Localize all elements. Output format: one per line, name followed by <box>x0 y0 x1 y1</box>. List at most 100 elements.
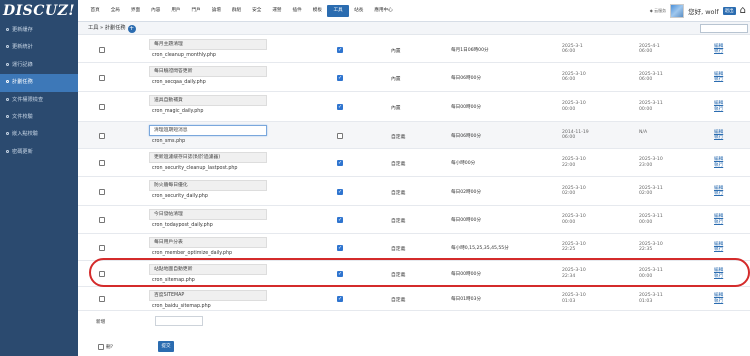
available-checkbox[interactable]: ✓ <box>337 217 343 223</box>
row-select-checkbox[interactable] <box>99 74 105 81</box>
run-link[interactable]: 執行 <box>714 299 723 305</box>
row-select-checkbox[interactable] <box>99 160 105 166</box>
top-nav-item[interactable]: 首頁 <box>85 0 105 22</box>
last-run-time: 06:00 <box>562 49 576 55</box>
top-nav-item[interactable]: 站長 <box>349 0 369 22</box>
row-select-checkbox[interactable] <box>99 104 105 110</box>
top-nav-item[interactable]: 安全 <box>247 0 267 22</box>
sidebar-item[interactable]: 更新統計 <box>0 39 78 56</box>
search-input[interactable] <box>700 24 748 33</box>
table-row: 更新過濾緩存日誌(對於過濾器) cron_security_cleanup_las… <box>78 149 750 177</box>
next-run-time: 01:03 <box>639 298 653 304</box>
top-nav-item[interactable]: 模板 <box>307 0 327 22</box>
available-checkbox[interactable]: ✓ <box>337 74 343 81</box>
available-checkbox[interactable]: ✓ <box>337 244 343 251</box>
next-run: N/A <box>639 130 647 136</box>
add-shortcut-icon[interactable]: + <box>127 24 136 33</box>
last-run-time: 06:00 <box>562 135 576 141</box>
task-filename: cron_secqaa_daily.php <box>152 80 206 85</box>
sidebar-item[interactable]: 計劃任務 <box>0 74 78 92</box>
new-task-input[interactable] <box>155 316 203 326</box>
top-nav-item[interactable]: 運營 <box>267 0 287 22</box>
top-nav-item[interactable]: 論壇 <box>206 0 226 22</box>
edit-link[interactable]: 編輯 <box>714 157 723 163</box>
delete-checkbox[interactable] <box>98 344 104 350</box>
top-nav-item[interactable]: 群組 <box>226 0 246 22</box>
top-nav-item[interactable]: 門戶 <box>186 0 206 22</box>
task-cycle: 每小時00分 <box>451 161 476 166</box>
run-link[interactable]: 執行 <box>714 77 723 83</box>
top-nav-item[interactable]: 界面 <box>125 0 145 22</box>
last-run: 2025-3-10 01:03 <box>562 293 586 305</box>
next-run-date: N/A <box>639 129 648 135</box>
run-link[interactable]: 執行 <box>714 163 723 169</box>
task-name-input[interactable]: 道具自動補貨 <box>149 95 267 106</box>
next-run: 2025-3-11 02:00 <box>639 186 663 198</box>
sidebar-item-label: 文件校驗 <box>12 113 33 120</box>
submit-button[interactable]: 提交 <box>158 341 174 352</box>
top-nav-item[interactable]: 全局 <box>105 0 125 22</box>
row-actions: 編輯 執行 <box>714 293 723 305</box>
top-nav-item[interactable]: 內容 <box>146 0 166 22</box>
task-cycle: 每日01時03分 <box>451 297 482 302</box>
sidebar: 更新緩存 更新統計 運行記錄 計劃任務 文件權限檢查文件校驗嵌入點校驗 密碼更新 <box>0 22 78 356</box>
sidebar-item[interactable]: 文件權限檢查 <box>0 92 78 109</box>
available-checkbox[interactable]: ✓ <box>337 188 343 195</box>
run-link[interactable]: 執行 <box>714 220 723 226</box>
available-checkbox[interactable]: ✓ <box>337 296 343 302</box>
task-name-input[interactable]: 防火牆每日優化 <box>149 180 267 191</box>
row-select-checkbox[interactable] <box>99 296 105 302</box>
sidebar-item[interactable]: 密碼更新 <box>0 144 78 161</box>
run-link[interactable]: 執行 <box>714 191 723 197</box>
row-select-checkbox[interactable] <box>99 244 105 251</box>
row-select-checkbox[interactable] <box>99 217 105 223</box>
available-checkbox[interactable]: ✓ <box>337 104 343 110</box>
avatar[interactable] <box>670 4 685 18</box>
edit-link[interactable]: 編輯 <box>714 293 723 299</box>
table-row: 百度SITEMAP cron_baidu_sitemap.php ✓ 自定義 每日01時… <box>78 287 750 311</box>
task-filename: cron_sms.php <box>152 139 186 144</box>
table-row: 清理過期短消息 cron_sms.php 自定義 每日06時00分 2014-11-19… <box>78 122 750 149</box>
run-link[interactable]: 執行 <box>714 107 723 113</box>
sidebar-item[interactable]: 更新緩存 <box>0 22 78 39</box>
task-name-input[interactable]: 每日驗證問答更新 <box>149 66 267 77</box>
available-checkbox[interactable]: ✓ <box>337 46 343 53</box>
edit-link[interactable]: 編輯 <box>714 214 723 220</box>
sidebar-item[interactable]: 嵌入點校驗 <box>0 126 78 143</box>
row-select-checkbox[interactable] <box>99 188 105 195</box>
next-run: 2025-3-10 22:35 <box>639 242 663 254</box>
last-run: 2025-3-10 22:25 <box>562 242 586 254</box>
sidebar-item[interactable]: 文件校驗 <box>0 109 78 126</box>
row-select-checkbox[interactable] <box>99 132 105 139</box>
logout-button[interactable]: 退出 <box>722 7 736 15</box>
row-actions: 編輯 執行 <box>714 214 723 226</box>
cloud-service-link[interactable]: ◆ 云服务 <box>650 8 666 14</box>
task-name-input[interactable]: 每日用戶分表 <box>149 237 267 248</box>
task-name-input[interactable]: 清理過期短消息 <box>149 125 267 136</box>
last-run-time: 00:00 <box>562 106 576 112</box>
task-cycle: 每月1日06時00分 <box>451 47 489 53</box>
task-filename: cron_todaypost_daily.php <box>152 223 213 228</box>
run-link[interactable]: 執行 <box>714 135 723 141</box>
task-name-input[interactable]: 每月主題清理 <box>149 39 267 50</box>
home-icon[interactable]: ⌂ <box>740 6 746 16</box>
task-name-input[interactable]: 今日發帖清理 <box>149 209 267 220</box>
top-nav-item[interactable]: 工具 <box>327 5 349 17</box>
task-filename: cron_baidu_sitemap.php <box>152 304 211 309</box>
top-nav-item[interactable]: 應用中心 <box>369 0 398 22</box>
row-select-checkbox[interactable] <box>99 46 105 53</box>
task-name-input[interactable]: 更新過濾緩存日誌(對於過濾器) <box>149 152 267 163</box>
available-checkbox[interactable]: ✓ <box>337 160 343 166</box>
run-link[interactable]: 執行 <box>714 247 723 253</box>
top-nav-item[interactable]: 插件 <box>287 0 307 22</box>
next-run-time: 00:00 <box>639 106 653 112</box>
last-run: 2025-3-10 02:00 <box>562 186 586 198</box>
table-row: 防火牆每日優化 cron_security_daily.php ✓ 自定義 每日02時0… <box>78 177 750 206</box>
task-name-input[interactable]: 百度SITEMAP <box>149 290 267 301</box>
available-checkbox[interactable] <box>337 132 343 139</box>
sidebar-item[interactable]: 運行記錄 <box>0 57 78 74</box>
task-type: 內置 <box>391 106 401 111</box>
top-nav-item[interactable]: 用戶 <box>166 0 186 22</box>
run-link[interactable]: 執行 <box>714 49 723 55</box>
edit-link[interactable]: 編輯 <box>714 101 723 107</box>
